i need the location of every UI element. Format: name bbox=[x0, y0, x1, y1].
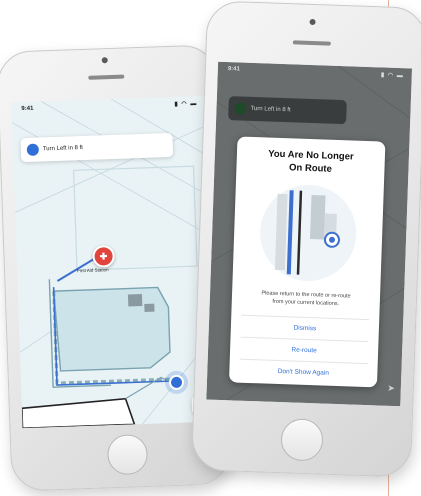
off-route-dialog: You Are No Longer On Route Please return… bbox=[228, 136, 386, 388]
navigation-instruction-card: Turn Left in 8 ft bbox=[228, 96, 347, 125]
dialog-title: You Are No Longer On Route bbox=[236, 146, 385, 177]
home-button[interactable] bbox=[280, 418, 324, 462]
earpiece-speaker bbox=[88, 74, 125, 80]
reroute-button[interactable]: Re-route bbox=[230, 344, 378, 356]
dialog-message: Please return to the route or re-route f… bbox=[244, 289, 368, 309]
map-screen[interactable]: 9:41 ▮ ◠ ▬ Turn Left in 8 ft You Are No … bbox=[206, 61, 413, 407]
navigation-instruction: Turn Left in 8 ft bbox=[42, 145, 84, 153]
map-screen[interactable]: 9:41 ▮ ◠ ▬ Turn Left in 8 ft ✚ First Aid… bbox=[11, 95, 217, 429]
divider bbox=[241, 314, 370, 321]
divider bbox=[239, 358, 368, 365]
status-icons: ▮ ◠ ▬ bbox=[174, 100, 198, 108]
dismiss-button[interactable]: Dismiss bbox=[231, 322, 379, 334]
front-camera bbox=[101, 57, 108, 64]
navigation-instruction: Turn Left in 8 ft bbox=[250, 105, 291, 114]
off-route-illustration bbox=[260, 184, 357, 281]
home-button[interactable] bbox=[106, 433, 149, 476]
status-time: 9:41 bbox=[21, 105, 34, 113]
location-arrow-icon: ➤ bbox=[387, 382, 396, 394]
dont-show-again-button[interactable]: Don't Show Again bbox=[229, 366, 377, 378]
divider bbox=[240, 336, 369, 343]
turn-direction-icon bbox=[234, 102, 247, 115]
front-camera bbox=[309, 18, 316, 26]
status-time: 9:41 bbox=[227, 66, 240, 73]
earpiece-speaker bbox=[292, 40, 331, 46]
status-icons: ▮ ◠ ▬ bbox=[380, 72, 404, 80]
turn-direction-icon bbox=[26, 143, 40, 156]
right-phone: 9:41 ▮ ◠ ▬ Turn Left in 8 ft You Are No … bbox=[190, 0, 421, 478]
